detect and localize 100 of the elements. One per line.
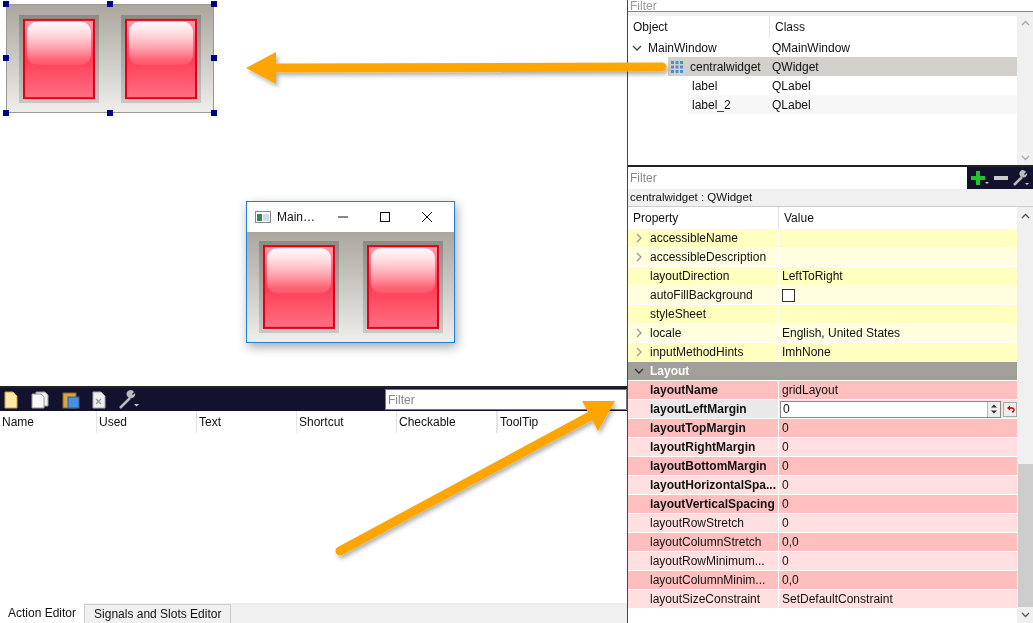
property-row[interactable]: locale English, United States: [628, 324, 1017, 343]
window-icon: [255, 211, 271, 223]
resize-handle[interactable]: [211, 1, 217, 7]
paste-icon[interactable]: [62, 390, 80, 409]
property-row[interactable]: inputMethodHints ImhNone: [628, 343, 1017, 362]
property-name: accessibleName: [650, 230, 739, 247]
property-value: SetDefaultConstraint: [782, 591, 893, 608]
property-name: styleSheet: [650, 306, 707, 323]
scroll-down-icon[interactable]: [1020, 612, 1030, 618]
resize-handle[interactable]: [3, 1, 9, 7]
property-name: layoutColumnStretch: [650, 534, 762, 551]
property-value: 0: [782, 420, 789, 437]
property-row[interactable]: layoutSizeConstraint SetDefaultConstraint: [628, 590, 1017, 609]
property-row[interactable]: layoutBottomMargin 0: [628, 457, 1017, 476]
property-name: layoutRowMinimum...: [650, 553, 765, 570]
wrench-icon[interactable]: [1012, 169, 1030, 187]
chevron-right-icon[interactable]: [636, 347, 642, 357]
property-value: gridLayout: [782, 382, 839, 399]
resize-handle[interactable]: [211, 110, 217, 116]
property-value: 0: [782, 458, 789, 475]
property-row[interactable]: layoutColumnStretch 0,0: [628, 533, 1017, 552]
tab[interactable]: Action Editor: [0, 603, 85, 623]
property-row[interactable]: layoutHorizontalSpa... 0: [628, 476, 1017, 495]
tree-row[interactable]: label QLabel: [688, 76, 1017, 95]
chevron-right-icon[interactable]: [636, 252, 642, 262]
tab[interactable]: Signals and Slots Editor: [84, 604, 232, 623]
property-row[interactable]: autoFillBackground: [628, 286, 1017, 305]
window-title: Main…: [277, 209, 316, 226]
resize-handle[interactable]: [107, 110, 113, 116]
property-row[interactable]: layoutRightMargin 0: [628, 438, 1017, 457]
checkbox[interactable]: [782, 288, 795, 302]
resize-handle[interactable]: [3, 110, 9, 116]
property-name: layoutBottomMargin: [650, 458, 767, 475]
column-header[interactable]: Used: [97, 411, 197, 433]
filter-field[interactable]: Filter: [628, 167, 967, 189]
property-value: 0: [782, 477, 789, 494]
column-header[interactable]: Checkable: [397, 411, 497, 433]
scroll-up-icon[interactable]: [1020, 213, 1030, 219]
column-header[interactable]: Name: [0, 411, 97, 433]
property-name: autoFillBackground: [650, 287, 753, 304]
copy-icon[interactable]: [30, 390, 50, 409]
property-name: layoutHorizontalSpa...: [650, 477, 776, 494]
resize-handle[interactable]: [211, 55, 217, 61]
delete-icon[interactable]: [92, 390, 106, 409]
form-widget[interactable]: [6, 4, 214, 113]
chevron-right-icon[interactable]: [636, 328, 642, 338]
resize-handle[interactable]: [107, 1, 113, 7]
property-row[interactable]: layoutRowStretch 0: [628, 514, 1017, 533]
property-row[interactable]: accessibleName: [628, 229, 1017, 248]
property-row[interactable]: styleSheet: [628, 305, 1017, 324]
property-name: locale: [650, 325, 682, 342]
property-name: layoutLeftMargin: [650, 401, 747, 418]
tree-row[interactable]: MainWindow QMainWindow: [648, 38, 1017, 57]
property-name: layoutVerticalSpacing: [650, 496, 775, 513]
property-name: layoutTopMargin: [650, 420, 746, 437]
column-header[interactable]: Shortcut: [297, 411, 397, 433]
column-header[interactable]: Object: [628, 16, 770, 38]
close-icon[interactable]: [421, 211, 433, 223]
resize-handle[interactable]: [3, 55, 9, 61]
chevron-right-icon[interactable]: [636, 233, 642, 243]
class-name: QLabel: [771, 96, 812, 114]
maximize-icon[interactable]: [379, 211, 391, 223]
object-name: MainWindow: [648, 39, 717, 57]
property-value: 0,0: [782, 534, 799, 551]
property-name: layoutDirection: [650, 268, 730, 285]
property-value: 0: [782, 496, 789, 513]
column-header[interactable]: Value: [779, 207, 1017, 229]
scrollbar-thumb[interactable]: [1017, 464, 1033, 607]
chevron-down-icon[interactable]: [634, 368, 644, 374]
property-name: inputMethodHints: [650, 344, 744, 361]
property-value: 0,0: [782, 572, 799, 589]
spin-box[interactable]: 0: [780, 400, 1001, 418]
filter-field[interactable]: Filter: [385, 389, 627, 410]
property-row[interactable]: layoutRowMinimum... 0: [628, 552, 1017, 571]
property-value: 0: [782, 553, 789, 570]
property-row[interactable]: layoutLeftMargin 0: [628, 400, 1017, 419]
spin-arrows[interactable]: [987, 401, 1000, 417]
property-row[interactable]: layoutVerticalSpacing 0: [628, 495, 1017, 514]
new-document-icon[interactable]: [4, 390, 18, 409]
tree-row[interactable]: centralwidget QWidget: [668, 57, 1017, 76]
property-row[interactable]: layoutName gridLayout: [628, 381, 1017, 400]
field-value: 0: [782, 401, 791, 418]
filter-field[interactable]: Filter: [628, 0, 1033, 12]
property-row[interactable]: layoutDirection LeftToRight: [628, 267, 1017, 286]
chevron-down-icon[interactable]: [632, 44, 642, 51]
property-value: ImhNone: [782, 344, 831, 361]
property-row[interactable]: layoutColumnMinim... 0,0: [628, 571, 1017, 590]
object-name: centralwidget: [690, 58, 761, 76]
column-header[interactable]: ToolTip: [498, 411, 541, 433]
tree-row[interactable]: label_2 QLabel: [688, 95, 1017, 114]
class-name: QLabel: [771, 77, 812, 95]
grid-layout-icon: [670, 59, 684, 74]
column-header[interactable]: Class: [770, 16, 1017, 38]
reset-button[interactable]: [1003, 401, 1017, 417]
property-row[interactable]: layoutTopMargin 0: [628, 419, 1017, 438]
property-row[interactable]: accessibleDescription: [628, 248, 1017, 267]
wrench-icon[interactable]: [118, 389, 140, 410]
column-header[interactable]: Text: [197, 411, 297, 433]
property-name: layoutName: [650, 382, 719, 399]
plus-icon[interactable]: [970, 170, 990, 186]
